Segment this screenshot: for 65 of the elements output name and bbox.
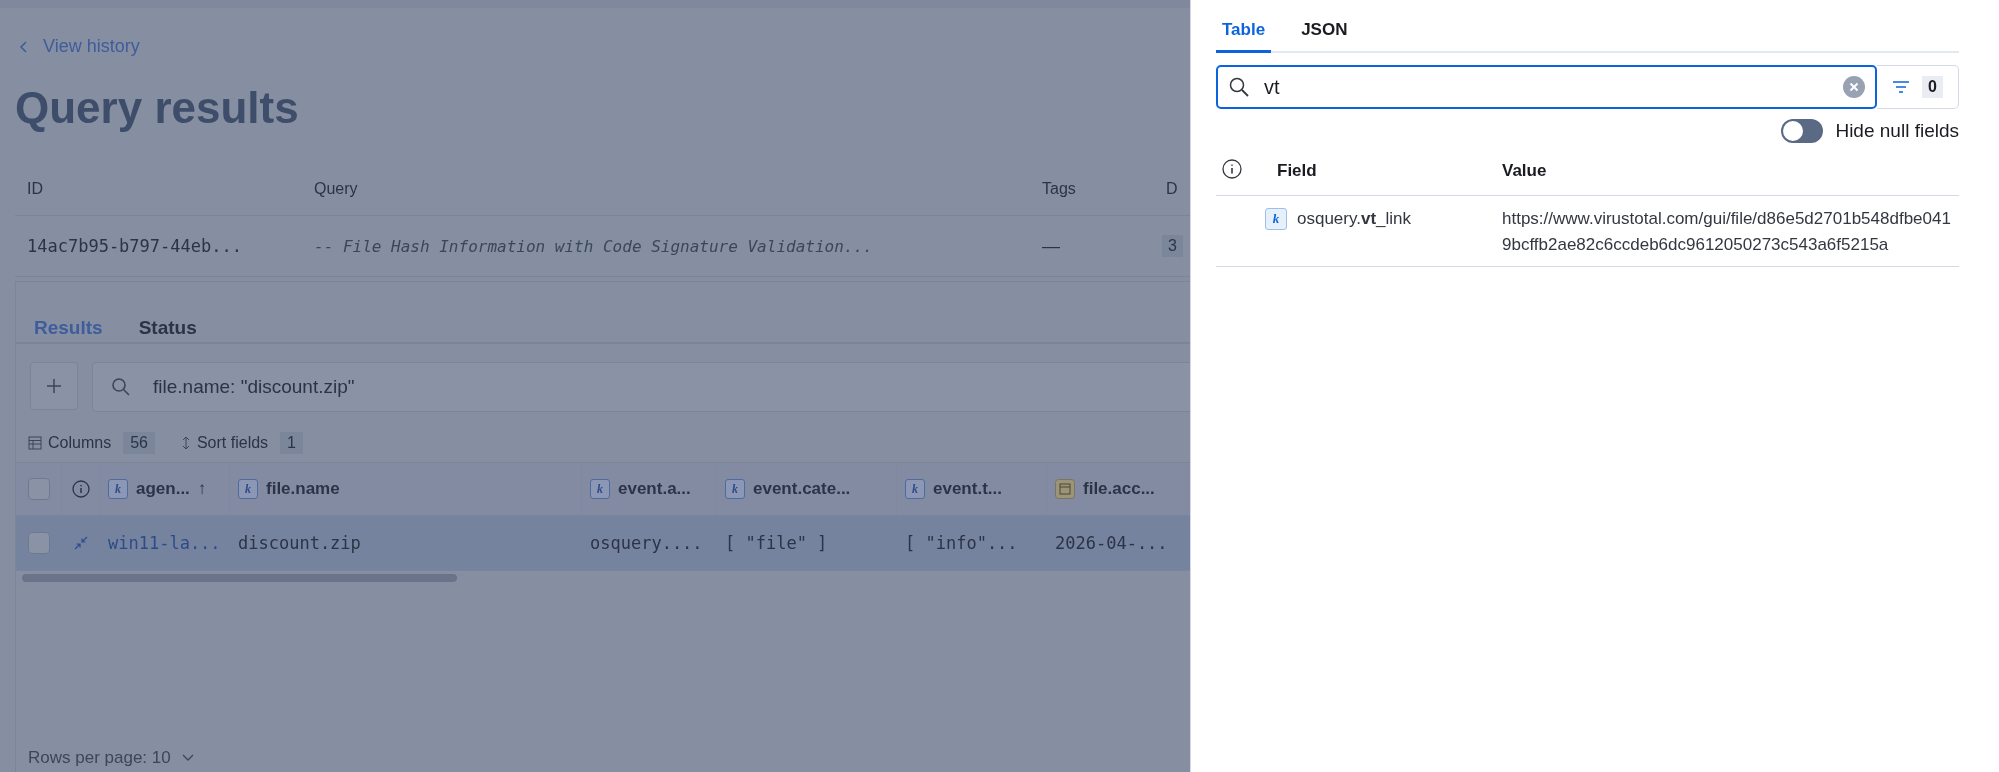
table-row[interactable]: win11-la... discount.zip osquery.... [ "file" ] [ "info"... 2026-04-... <box>16 516 1190 571</box>
calendar-icon <box>1055 479 1075 499</box>
search-query: vt <box>1264 75 1281 99</box>
tab[interactable]: Results <box>34 312 103 344</box>
column-header: Tags <box>1041 180 1077 198</box>
column-header: D <box>1165 180 1178 198</box>
search-icon <box>1228 76 1250 98</box>
field-name: osquery.vt_link <box>1297 209 1412 229</box>
chevron-left-icon <box>19 39 29 54</box>
column-header[interactable]: agen... <box>136 479 190 499</box>
select-all-checkbox[interactable] <box>27 478 50 500</box>
toggle-switch[interactable] <box>1781 119 1824 143</box>
filter-button[interactable]: 0 <box>1877 65 1959 109</box>
columns-button[interactable]: Columns 56 <box>28 432 155 454</box>
filter-icon <box>1892 80 1911 94</box>
search-field[interactable]: vt <box>1216 65 1877 109</box>
info-icon <box>71 480 90 498</box>
keyword-type-icon: k <box>1265 208 1287 230</box>
search-icon <box>111 377 131 397</box>
table-cell-text: — <box>1041 235 1061 257</box>
collapse-icon[interactable] <box>74 536 88 550</box>
table-cell: 2026-04-... <box>1055 533 1168 553</box>
sort-arrow: ↑ <box>197 479 207 499</box>
column-header: Value <box>1502 161 1548 181</box>
table-cell-text: 14ac7b95-b797-44eb... <box>26 236 243 256</box>
keyword-type-icon: k <box>108 479 128 499</box>
column-header: ID <box>26 180 44 198</box>
tab[interactable]: JSON <box>1295 18 1354 53</box>
table-cell: [ "file" ] <box>725 533 828 553</box>
scrollbar-thumb[interactable] <box>22 574 457 582</box>
rows-per-page-button[interactable]: Rows per page: 10 <box>16 748 195 772</box>
tab[interactable]: Status <box>138 312 197 344</box>
toggle-label: Hide null fields <box>1835 120 1959 142</box>
keyword-type-icon: k <box>238 479 258 499</box>
row-checkbox[interactable] <box>28 532 50 554</box>
table-icon <box>28 436 42 450</box>
search-field[interactable]: file.name: "discount.zip" <box>92 362 1190 412</box>
chevron-down-icon <box>180 753 195 763</box>
keyword-type-icon: k <box>725 479 745 499</box>
clear-icon[interactable] <box>1843 76 1865 98</box>
tab[interactable]: Table <box>1216 18 1272 53</box>
table-cell: [ "info"... <box>905 533 1018 553</box>
add-filter-button[interactable] <box>30 362 78 410</box>
column-header[interactable]: event.t... <box>933 479 1002 499</box>
sort-fields-button[interactable]: Sort fields 1 <box>180 432 303 454</box>
column-header: Query <box>313 180 359 198</box>
sort-icon <box>180 436 191 450</box>
table-cell: osquery.... <box>590 533 703 553</box>
agent-link[interactable]: win11-la... <box>108 533 221 553</box>
keyword-type-icon: k <box>905 479 925 499</box>
column-header[interactable]: file.name <box>266 479 340 499</box>
table-cell-text: -- File Hash Information with Code Signature Validation... <box>313 236 874 256</box>
table-cell: discount.zip <box>238 533 361 553</box>
column-header[interactable]: event.a... <box>618 479 691 499</box>
plus-icon <box>46 378 62 394</box>
info-icon <box>1222 158 1242 179</box>
view-history-link[interactable]: View history <box>43 36 140 57</box>
column-header[interactable]: event.cate... <box>753 479 851 499</box>
field-value: https://www.virustotal.com/gui/file/d86e5d2701b548dfbe0419bcffb2ae82c6ccdeb6dc9612050273c543a6f5215a <box>1502 208 1952 256</box>
column-header: Field <box>1277 161 1318 181</box>
column-header[interactable]: file.acc... <box>1083 479 1155 499</box>
count-badge: 3 <box>1162 235 1183 257</box>
keyword-type-icon: k <box>590 479 610 499</box>
page-title: Query results <box>15 83 300 133</box>
search-query: file.name: "discount.zip" <box>153 376 355 398</box>
